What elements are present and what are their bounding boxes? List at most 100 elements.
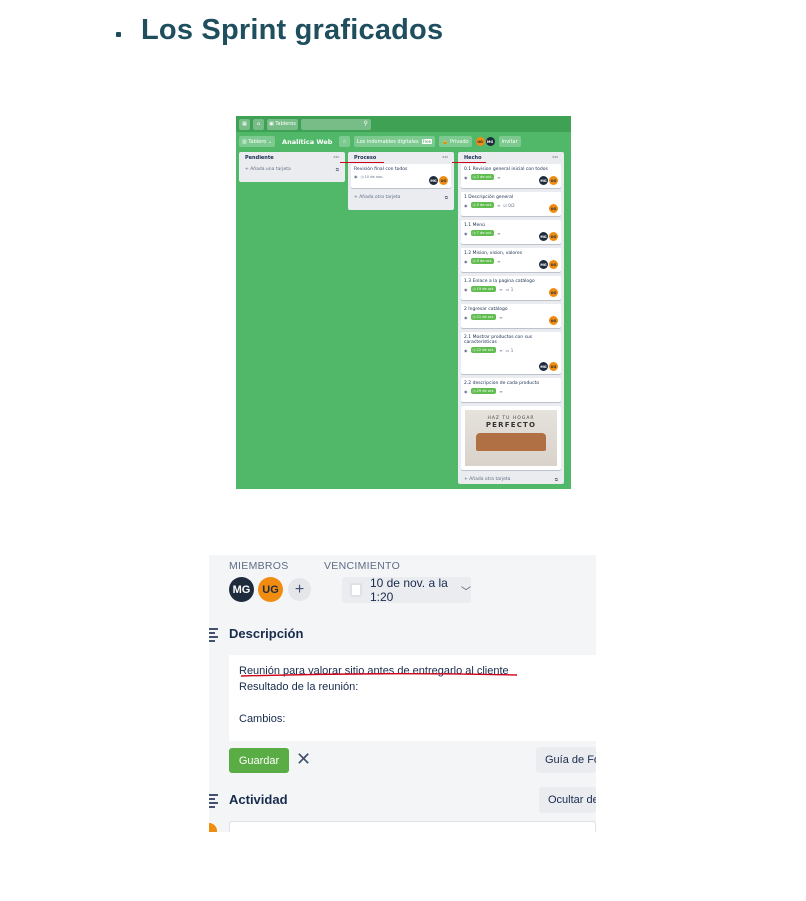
due-badge: ◷ 19 de oct. (470, 286, 497, 292)
annotation-underline (240, 673, 518, 677)
add-card-button[interactable]: + Añada otra tarjeta ⧉ (458, 474, 564, 486)
due-date-value: 10 de nov. a la 1:20 (369, 576, 448, 604)
eye-icon: ◉ (464, 314, 468, 320)
grid-icon[interactable]: ▦ (239, 118, 250, 130)
team-label: Los indomables digitales (356, 138, 419, 145)
card-members: MG UG (539, 176, 558, 185)
boards-button[interactable]: ▣ Tableros (267, 118, 298, 130)
more-icon[interactable]: ··· (552, 155, 558, 161)
list-header: Pendiente ··· (239, 152, 345, 164)
due-date-label: VENCIMIENTO (324, 560, 401, 572)
list-pendiente: Pendiente ··· + Añada una tarjeta ⧉ (239, 152, 345, 182)
list-hecho: Hecho ··· 0.1 Revision general inicial co… (458, 152, 564, 484)
page-heading: Los Sprint graficados (116, 14, 443, 47)
card[interactable]: 1.2 Mision, vision, valores ◉ ◷ 9 de oct.… (461, 248, 561, 272)
description-textarea[interactable]: Reunión para valorar sitio antes de entr… (229, 655, 596, 741)
card-members: MG UG (539, 232, 558, 241)
avatar: UG (549, 232, 558, 241)
team-button[interactable]: Los indomables digitales Free (353, 136, 436, 147)
card-members: MG UG (539, 362, 558, 371)
description-line: Cambios: (239, 713, 286, 725)
card-title: 1.2 Mision, vision, valores (464, 251, 523, 256)
avatar[interactable]: UG (258, 577, 283, 602)
hide-details-button[interactable]: Ocultar de (539, 787, 596, 813)
format-guide-button[interactable]: Guía de Fo (536, 747, 596, 773)
close-icon[interactable]: ✕ (296, 749, 311, 770)
add-card-button[interactable]: + Añada una tarjeta ⧉ (239, 164, 345, 176)
checklist-badge: ☑ 0/2 (503, 202, 515, 208)
privacy-label: Privado (449, 138, 469, 145)
template-icon[interactable]: ⧉ (336, 167, 339, 173)
poster-line-2: PERFECTO (485, 421, 537, 429)
due-date-button[interactable]: 10 de nov. a la 1:20 ﹀ (342, 576, 471, 604)
card[interactable]: 1 Descripción general ◉ ◷ 5 de oct. ≡ ☑ 0/2… (461, 192, 561, 216)
avatar (209, 823, 217, 832)
eye-icon: ◉ (464, 286, 468, 292)
avatar[interactable]: UG (475, 137, 485, 146)
card-title: 2 Ingresar catálogo (464, 307, 508, 312)
board-title[interactable]: Analítica Web (279, 138, 335, 146)
due-complete-checkbox[interactable] (350, 583, 362, 597)
card[interactable]: 1.3 Enlace a la pagina catálogo ◉ ◷ 19 de… (461, 276, 561, 300)
card[interactable]: 2.1 Mostrar productos con sus caracterís… (461, 332, 561, 374)
card[interactable]: Revisión final con todos ◉ ◷ 10 de nov. M… (351, 164, 451, 188)
description-icon: ≡ (497, 230, 501, 236)
list-title: Proceso (354, 155, 377, 161)
eye-icon: ◉ (464, 230, 468, 236)
avatar: MG (429, 176, 438, 185)
template-icon[interactable]: ⧉ (445, 195, 448, 201)
avatar: MG (539, 362, 548, 371)
home-icon[interactable]: ⌂ (253, 118, 264, 130)
card-title: 0.1 Revision general inicial con todos (464, 167, 548, 172)
sofa-image (476, 433, 546, 451)
add-member-button[interactable]: + (288, 578, 311, 601)
card-members: MG UG (539, 260, 558, 269)
due-label: 29 de oct. (476, 389, 495, 393)
view-label: Tablero (248, 138, 267, 145)
star-icon[interactable]: ☆ (339, 136, 350, 147)
add-card-label: Añada otra tarjeta (359, 195, 401, 200)
list-title: Hecho (464, 155, 482, 161)
avatar: MG (539, 260, 548, 269)
boards-label: Tableros (275, 121, 296, 127)
due-label: 22 de oct. (476, 348, 495, 352)
avatar: UG (549, 362, 558, 371)
card[interactable]: 2 Ingresar catálogo ◉ ◷ 21 de oct. ≡ UG (461, 304, 561, 328)
description-icon: ≡ (499, 347, 503, 353)
search-icon: ⚲ (363, 119, 368, 127)
card[interactable]: 2.2 descripcion de cada producto ◉ ◷ 29 d… (461, 378, 561, 402)
avatar: MG (539, 232, 548, 241)
avatar[interactable]: MG (485, 137, 495, 146)
avatar: UG (549, 204, 558, 213)
view-switch-button[interactable]: ▥ Tablero ⌄ (239, 136, 276, 147)
card-members: UG (549, 288, 558, 297)
eye-icon: ◉ (464, 347, 468, 353)
due-badge: ◷ 21 de oct. (470, 314, 497, 320)
board-search-input[interactable]: ⚲ (300, 118, 371, 130)
avatar: UG (549, 260, 558, 269)
privacy-button[interactable]: 🔒 Privado (439, 136, 472, 147)
card-members: UG (549, 204, 558, 213)
more-icon[interactable]: ··· (442, 155, 448, 161)
card-title: Revisión final con todos (354, 167, 408, 172)
save-button[interactable]: Guardar (229, 748, 289, 773)
invite-button[interactable]: Invitar (498, 136, 521, 147)
checklist-count: 0/2 (508, 202, 515, 208)
add-card-button[interactable]: + Añada otra tarjeta ⧉ (348, 192, 454, 204)
card[interactable]: 0.1 Revision general inicial con todos ◉… (461, 164, 561, 188)
template-icon[interactable]: ⧉ (555, 477, 558, 483)
board-header: ▥ Tablero ⌄ Analítica Web ☆ Los indomabl… (236, 132, 571, 151)
add-card-label: Añada otra tarjeta (469, 477, 511, 482)
due-badge: ◷ 22 de oct. (470, 347, 497, 353)
card-with-cover-image[interactable]: HAZ TU HOGAR PERFECTO (461, 406, 561, 470)
card-badges: ◉ ◷ 19 de oct. ≡ ▭ 1 (464, 286, 558, 292)
due-label: 9 de oct. (476, 259, 493, 263)
more-icon[interactable]: ··· (333, 155, 339, 161)
trello-board-screenshot: ▦ ⌂ ▣ Tableros ⚲ ▥ Tablero ⌄ Analítica W… (236, 116, 571, 489)
add-card-label: Añada una tarjeta (250, 167, 291, 172)
avatar: UG (549, 288, 558, 297)
comment-input[interactable] (229, 821, 596, 832)
avatar[interactable]: MG (229, 577, 254, 602)
bullet-icon (116, 32, 121, 37)
card[interactable]: 1.1 Menú ◉ ◷ 7 de oct. ≡ MG UG (461, 220, 561, 244)
